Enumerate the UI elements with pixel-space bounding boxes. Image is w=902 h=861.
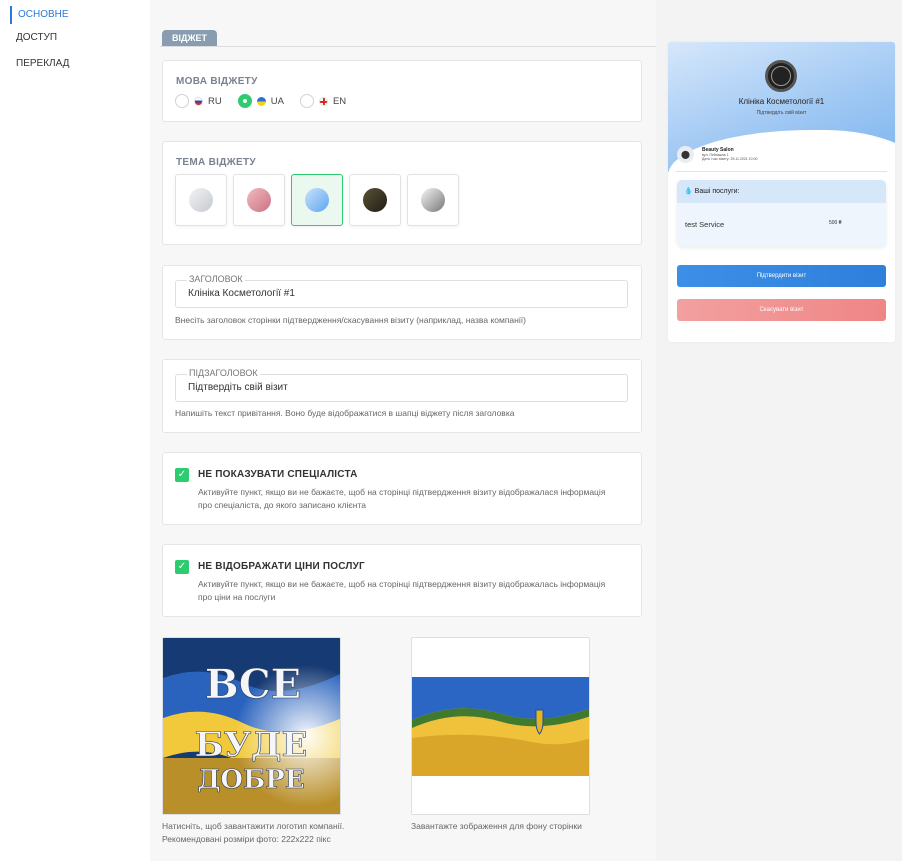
sidebar-item-access[interactable]: ДОСТУП (10, 29, 57, 47)
preview-logo (765, 60, 797, 92)
hide-specialist-hint: Активуйте пункт, якщо ви не бажаєте, щоб… (198, 487, 606, 510)
logo-upload[interactable]: ВСЕ БУДЕ ДОБРЕ (162, 637, 341, 815)
preview-logo-ring (771, 66, 791, 86)
flag-en-icon (318, 96, 328, 106)
header-hint: Внесіть заголовок сторінки підтвердження… (175, 315, 526, 325)
language-options: RU UA EN (175, 94, 346, 108)
preview-cancel-button[interactable]: Скасувати візит (677, 299, 886, 321)
preview-service-name: test Service (685, 220, 725, 229)
language-option-ua[interactable]: UA (237, 94, 284, 108)
header-label: ЗАГОЛОВОК (187, 274, 245, 284)
hide-prices-hint: Активуйте пункт, якщо ви не бажаєте, щоб… (198, 579, 606, 602)
theme-swatch-pink[interactable] (233, 174, 285, 226)
tab-widget[interactable]: ВІДЖЕТ (162, 30, 218, 46)
preview-phone: Клініка Косметології #1 Підтвердіть свій… (668, 42, 895, 342)
drop-icon: 💧 (684, 188, 693, 195)
preview-services: 💧 Ваші послуги: test Service 500 ₴ (677, 180, 886, 246)
language-label-ua: UA (270, 95, 284, 107)
location-pin-icon: ⬤ (677, 146, 694, 163)
preview-subtitle: Підтвердіть свій візит (756, 110, 807, 116)
flag-ru-icon (194, 96, 203, 106)
trident-icon (535, 709, 544, 735)
background-image (412, 638, 589, 814)
subheader-input[interactable]: Підтвердіть свій візит (175, 374, 628, 402)
theme-swatches (175, 174, 459, 226)
hide-specialist-title: НЕ ПОКАЗУВАТИ СПЕЦІАЛІСТА (198, 469, 358, 480)
subheader-card: Підтвердіть свій візит ПІДЗАГОЛОВОК Напи… (162, 359, 642, 433)
logo-text-line1: ВСЕ (205, 661, 301, 708)
hide-prices-card: ✓ НЕ ВІДОБРАЖАТИ ЦІНИ ПОСЛУГ Активуйте п… (162, 544, 642, 617)
background-upload[interactable] (411, 637, 590, 815)
preview-services-title: Ваші послуги: (694, 188, 740, 195)
widget-preview: Клініка Косметології #1 Підтвердіть свій… (656, 0, 902, 861)
theme-swatch-olive[interactable] (349, 174, 401, 226)
theme-swatch-silver[interactable] (407, 174, 459, 226)
theme-swatch-blue[interactable] (291, 174, 343, 226)
settings-panel: ВІДЖЕТ МОВА ВІДЖЕТУ RU UA EN ТЕМА ВІДЖЕТ… (150, 0, 656, 861)
hide-specialist-card: ✓ НЕ ПОКАЗУВАТИ СПЕЦІАЛІСТА Активуйте пу… (162, 452, 642, 525)
theme-card: ТЕМА ВІДЖЕТУ (162, 141, 642, 245)
language-option-ru[interactable]: RU (175, 94, 222, 108)
background-caption: Завантажте зображення для фону сторінки (411, 821, 582, 831)
language-label-ru: RU (208, 95, 222, 107)
logo-text-line3: ДОБРЕ (197, 765, 304, 795)
flag-ua-icon (256, 96, 266, 106)
preview-service-price: 500 ₴ (829, 220, 842, 226)
preview-divider (676, 171, 887, 172)
language-card: МОВА ВІДЖЕТУ RU UA EN (162, 60, 642, 122)
sidebar-item-main[interactable]: ОСНОВНЕ (10, 6, 69, 24)
theme-swatch-gray[interactable] (175, 174, 227, 226)
logo-caption-line2: Рекомендовані розміри фото: 222x222 пікс (162, 834, 331, 844)
theme-dot-blue (305, 188, 329, 212)
theme-dot-gray (189, 188, 213, 212)
logo-image: ВСЕ БУДЕ ДОБРЕ (163, 638, 340, 814)
sidebar-item-translation[interactable]: ПЕРЕКЛАД (10, 55, 69, 73)
logo-caption-line1: Натисніть, щоб завантажити логотип компа… (162, 821, 345, 831)
preview-title: Клініка Косметології #1 (738, 97, 825, 106)
theme-title: ТЕМА ВІДЖЕТУ (176, 157, 256, 168)
hide-specialist-checkbox[interactable]: ✓ (175, 468, 189, 482)
subheader-label: ПІДЗАГОЛОВОК (187, 368, 260, 378)
logo-text-line2: БУДЕ (195, 725, 308, 765)
sidebar: ОСНОВНЕ ДОСТУП ПЕРЕКЛАД (0, 0, 150, 861)
header-card: Клініка Косметології #1 ЗАГОЛОВОК Внесіт… (162, 265, 642, 340)
preview-services-head: 💧 Ваші послуги: (677, 180, 886, 203)
language-title: МОВА ВІДЖЕТУ (176, 76, 258, 87)
theme-dot-pink (247, 188, 271, 212)
theme-dot-olive (363, 188, 387, 212)
theme-dot-silver (421, 188, 445, 212)
tab-divider (160, 46, 656, 47)
preview-date: Дата і час візиту: 25.11.2021 10:00 (702, 157, 758, 161)
radio-en[interactable] (299, 94, 314, 108)
subheader-hint: Напишіть текст привітання. Воно буде від… (175, 408, 515, 418)
preview-confirm-button[interactable]: Підтвердити візит (677, 265, 886, 287)
radio-ru[interactable] (175, 94, 189, 108)
hide-prices-title: НЕ ВІДОБРАЖАТИ ЦІНИ ПОСЛУГ (198, 561, 365, 572)
logo-caption: Натисніть, щоб завантажити логотип компа… (162, 820, 344, 846)
hide-prices-checkbox[interactable]: ✓ (175, 560, 189, 574)
header-input[interactable]: Клініка Косметології #1 (175, 280, 628, 308)
language-label-en: EN (332, 95, 347, 107)
radio-ua[interactable] (237, 94, 252, 108)
language-option-en[interactable]: EN (299, 94, 347, 108)
